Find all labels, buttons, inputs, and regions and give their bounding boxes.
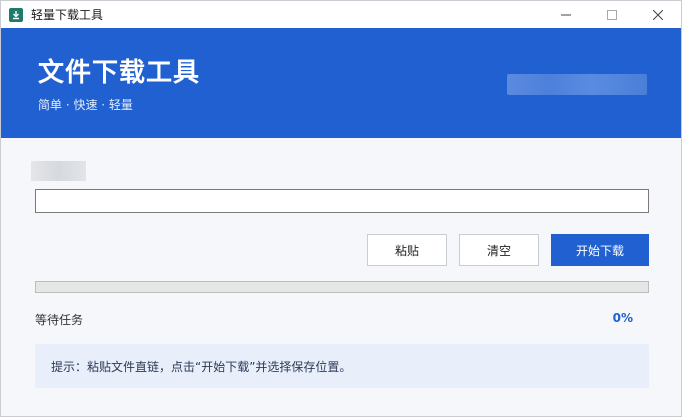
banner-title: 文件下载工具 [38, 58, 201, 88]
close-button[interactable] [635, 1, 681, 28]
banner-subtitle: 简单 · 快速 · 轻量 [38, 98, 133, 112]
start-download-button[interactable]: 开始下载 [551, 234, 649, 266]
url-input[interactable] [35, 189, 649, 213]
tip-box: 提示：粘贴文件直链，点击“开始下载”并选择保存位置。 [35, 344, 649, 388]
minimize-button[interactable] [543, 1, 589, 28]
progress-bar [35, 281, 649, 293]
blurred-banner-area [507, 74, 647, 95]
maximize-button[interactable] [589, 1, 635, 28]
title-bar[interactable]: 轻量下载工具 [1, 1, 681, 28]
app-window: 轻量下载工具 文件下载工具 简单 · 快速 · 轻量 粘贴 清空 开始下载 等待… [0, 0, 682, 417]
status-text: 等待任务 [35, 313, 84, 327]
window-controls [543, 1, 681, 28]
maximize-icon [607, 9, 617, 20]
clear-button[interactable]: 清空 [459, 234, 539, 266]
close-icon [653, 9, 663, 20]
header-banner: 文件下载工具 简单 · 快速 · 轻量 [1, 28, 681, 138]
window-title: 轻量下载工具 [31, 8, 104, 22]
tip-text: 提示：粘贴文件直链，点击“开始下载”并选择保存位置。 [51, 360, 352, 374]
blurred-field-label [31, 161, 86, 181]
paste-button[interactable]: 粘贴 [367, 234, 447, 266]
minimize-icon [561, 14, 571, 15]
progress-percent: 0% [612, 311, 633, 325]
download-icon [9, 7, 23, 22]
